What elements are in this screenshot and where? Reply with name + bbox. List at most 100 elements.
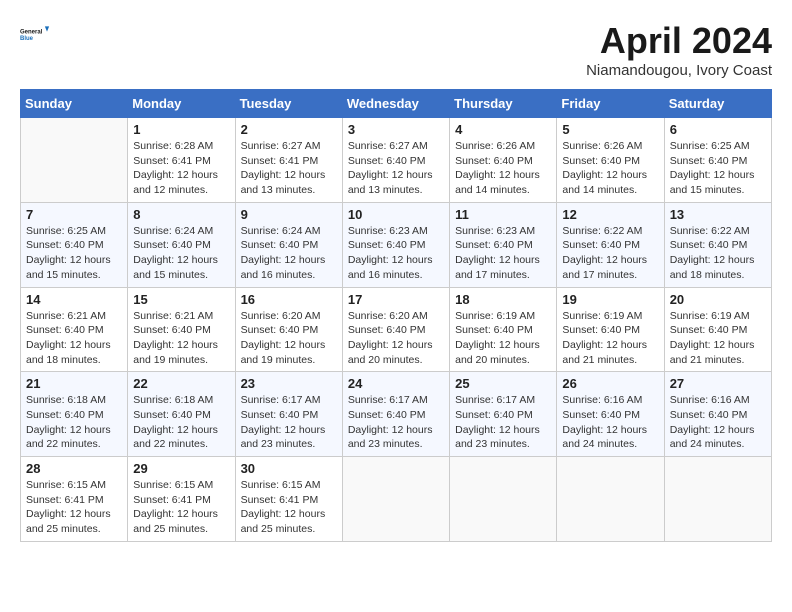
calendar-cell: 19 Sunrise: 6:19 AM Sunset: 6:40 PM Dayli… — [557, 287, 664, 372]
day-info: Sunrise: 6:15 AM Sunset: 6:41 PM Dayligh… — [26, 478, 122, 537]
day-number: 10 — [348, 207, 444, 222]
calendar-cell: 23 Sunrise: 6:17 AM Sunset: 6:40 PM Dayli… — [235, 372, 342, 457]
day-number: 24 — [348, 376, 444, 391]
calendar-cell: 3 Sunrise: 6:27 AM Sunset: 6:40 PM Daylig… — [342, 118, 449, 203]
calendar-table: SundayMondayTuesdayWednesdayThursdayFrid… — [20, 89, 772, 542]
day-number: 30 — [241, 461, 337, 476]
day-info: Sunrise: 6:16 AM Sunset: 6:40 PM Dayligh… — [670, 393, 766, 452]
day-number: 18 — [455, 292, 551, 307]
weekday-header-wednesday: Wednesday — [342, 90, 449, 118]
calendar-cell: 14 Sunrise: 6:21 AM Sunset: 6:40 PM Dayli… — [21, 287, 128, 372]
day-number: 19 — [562, 292, 658, 307]
calendar-cell: 24 Sunrise: 6:17 AM Sunset: 6:40 PM Dayli… — [342, 372, 449, 457]
calendar-cell: 17Sunrise: 6:20 AM Sunset: 6:40 PM Dayli… — [342, 287, 449, 372]
calendar-cell: 15 Sunrise: 6:21 AM Sunset: 6:40 PM Dayli… — [128, 287, 235, 372]
day-info: Sunrise: 6:22 AM Sunset: 6:40 PM Dayligh… — [562, 224, 658, 283]
calendar-cell: 9 Sunrise: 6:24 AM Sunset: 6:40 PM Daylig… — [235, 202, 342, 287]
day-number: 27 — [670, 376, 766, 391]
logo: GeneralBlue General Blue — [20, 20, 50, 50]
day-info: Sunrise: 6:19 AM Sunset: 6:40 PM Dayligh… — [670, 309, 766, 368]
day-info: Sunrise: 6:17 AM Sunset: 6:40 PM Dayligh… — [241, 393, 337, 452]
calendar-cell: 18Sunrise: 6:19 AM Sunset: 6:40 PM Dayli… — [450, 287, 557, 372]
calendar-cell: 13 Sunrise: 6:22 AM Sunset: 6:40 PM Dayli… — [664, 202, 771, 287]
svg-text:Blue: Blue — [20, 36, 34, 42]
weekday-header-row: SundayMondayTuesdayWednesdayThursdayFrid… — [21, 90, 772, 118]
day-info: Sunrise: 6:20 AM Sunset: 6:40 PM Dayligh… — [241, 309, 337, 368]
day-info: Sunrise: 6:18 AM Sunset: 6:40 PM Dayligh… — [133, 393, 229, 452]
day-number: 25 — [455, 376, 551, 391]
calendar-cell — [342, 457, 449, 542]
day-info: Sunrise: 6:22 AM Sunset: 6:40 PM Dayligh… — [670, 224, 766, 283]
day-info: Sunrise: 6:15 AM Sunset: 6:41 PM Dayligh… — [133, 478, 229, 537]
day-number: 23 — [241, 376, 337, 391]
calendar-cell: 25 Sunrise: 6:17 AM Sunset: 6:40 PM Dayli… — [450, 372, 557, 457]
day-info: Sunrise: 6:17 AM Sunset: 6:40 PM Dayligh… — [455, 393, 551, 452]
week-row-3: 14 Sunrise: 6:21 AM Sunset: 6:40 PM Dayli… — [21, 287, 772, 372]
weekday-header-sunday: Sunday — [21, 90, 128, 118]
day-info: Sunrise: 6:21 AM Sunset: 6:40 PM Dayligh… — [133, 309, 229, 368]
calendar-cell: 20 Sunrise: 6:19 AM Sunset: 6:40 PM Dayli… — [664, 287, 771, 372]
day-number: 4 — [455, 122, 551, 137]
day-number: 22 — [133, 376, 229, 391]
day-info: Sunrise: 6:15 AM Sunset: 6:41 PM Dayligh… — [241, 478, 337, 537]
logo-icon: GeneralBlue — [20, 20, 50, 50]
day-info: Sunrise: 6:18 AM Sunset: 6:40 PM Dayligh… — [26, 393, 122, 452]
day-number: 8 — [133, 207, 229, 222]
page-header: GeneralBlue General Blue April 2024 Niam… — [20, 20, 772, 79]
day-number: 9 — [241, 207, 337, 222]
day-info: Sunrise: 6:16 AM Sunset: 6:40 PM Dayligh… — [562, 393, 658, 452]
day-info: Sunrise: 6:26 AM Sunset: 6:40 PM Dayligh… — [455, 139, 551, 198]
svg-text:General: General — [20, 29, 43, 35]
day-info: Sunrise: 6:24 AM Sunset: 6:40 PM Dayligh… — [133, 224, 229, 283]
calendar-cell: 1Sunrise: 6:28 AM Sunset: 6:41 PM Daylig… — [128, 118, 235, 203]
calendar-cell: 22 Sunrise: 6:18 AM Sunset: 6:40 PM Dayli… — [128, 372, 235, 457]
calendar-cell: 27 Sunrise: 6:16 AM Sunset: 6:40 PM Dayli… — [664, 372, 771, 457]
day-number: 16 — [241, 292, 337, 307]
day-number: 28 — [26, 461, 122, 476]
calendar-cell — [557, 457, 664, 542]
day-number: 3 — [348, 122, 444, 137]
calendar-cell: 7 Sunrise: 6:25 AM Sunset: 6:40 PM Daylig… — [21, 202, 128, 287]
day-info: Sunrise: 6:27 AM Sunset: 6:40 PM Dayligh… — [348, 139, 444, 198]
calendar-cell: 12 Sunrise: 6:22 AM Sunset: 6:40 PM Dayli… — [557, 202, 664, 287]
day-number: 7 — [26, 207, 122, 222]
calendar-cell: 8 Sunrise: 6:24 AM Sunset: 6:40 PM Daylig… — [128, 202, 235, 287]
calendar-cell — [21, 118, 128, 203]
day-number: 14 — [26, 292, 122, 307]
day-info: Sunrise: 6:25 AM Sunset: 6:40 PM Dayligh… — [26, 224, 122, 283]
day-info: Sunrise: 6:20 AM Sunset: 6:40 PM Dayligh… — [348, 309, 444, 368]
day-info: Sunrise: 6:17 AM Sunset: 6:40 PM Dayligh… — [348, 393, 444, 452]
week-row-5: 28 Sunrise: 6:15 AM Sunset: 6:41 PM Dayli… — [21, 457, 772, 542]
day-number: 6 — [670, 122, 766, 137]
day-number: 20 — [670, 292, 766, 307]
calendar-cell: 26 Sunrise: 6:16 AM Sunset: 6:40 PM Dayli… — [557, 372, 664, 457]
day-number: 15 — [133, 292, 229, 307]
day-info: Sunrise: 6:24 AM Sunset: 6:40 PM Dayligh… — [241, 224, 337, 283]
title-block: April 2024 Niamandougou, Ivory Coast — [586, 20, 772, 79]
day-number: 13 — [670, 207, 766, 222]
calendar-cell: 6Sunrise: 6:25 AM Sunset: 6:40 PM Daylig… — [664, 118, 771, 203]
calendar-cell: 5Sunrise: 6:26 AM Sunset: 6:40 PM Daylig… — [557, 118, 664, 203]
calendar-cell: 10 Sunrise: 6:23 AM Sunset: 6:40 PM Dayli… — [342, 202, 449, 287]
week-row-1: 1Sunrise: 6:28 AM Sunset: 6:41 PM Daylig… — [21, 118, 772, 203]
calendar-cell: 16 Sunrise: 6:20 AM Sunset: 6:40 PM Dayli… — [235, 287, 342, 372]
day-number: 12 — [562, 207, 658, 222]
day-number: 29 — [133, 461, 229, 476]
week-row-2: 7 Sunrise: 6:25 AM Sunset: 6:40 PM Daylig… — [21, 202, 772, 287]
calendar-cell: 28 Sunrise: 6:15 AM Sunset: 6:41 PM Dayli… — [21, 457, 128, 542]
day-info: Sunrise: 6:23 AM Sunset: 6:40 PM Dayligh… — [455, 224, 551, 283]
day-number: 2 — [241, 122, 337, 137]
location: Niamandougou, Ivory Coast — [586, 62, 772, 79]
day-info: Sunrise: 6:21 AM Sunset: 6:40 PM Dayligh… — [26, 309, 122, 368]
day-number: 26 — [562, 376, 658, 391]
day-info: Sunrise: 6:23 AM Sunset: 6:40 PM Dayligh… — [348, 224, 444, 283]
calendar-cell: 2 Sunrise: 6:27 AM Sunset: 6:41 PM Daylig… — [235, 118, 342, 203]
calendar-cell: 29 Sunrise: 6:15 AM Sunset: 6:41 PM Dayli… — [128, 457, 235, 542]
calendar-cell: 11Sunrise: 6:23 AM Sunset: 6:40 PM Dayli… — [450, 202, 557, 287]
calendar-cell: 30 Sunrise: 6:15 AM Sunset: 6:41 PM Dayli… — [235, 457, 342, 542]
day-number: 21 — [26, 376, 122, 391]
day-info: Sunrise: 6:27 AM Sunset: 6:41 PM Dayligh… — [241, 139, 337, 198]
calendar-cell — [664, 457, 771, 542]
day-info: Sunrise: 6:19 AM Sunset: 6:40 PM Dayligh… — [562, 309, 658, 368]
calendar-cell: 21 Sunrise: 6:18 AM Sunset: 6:40 PM Dayli… — [21, 372, 128, 457]
